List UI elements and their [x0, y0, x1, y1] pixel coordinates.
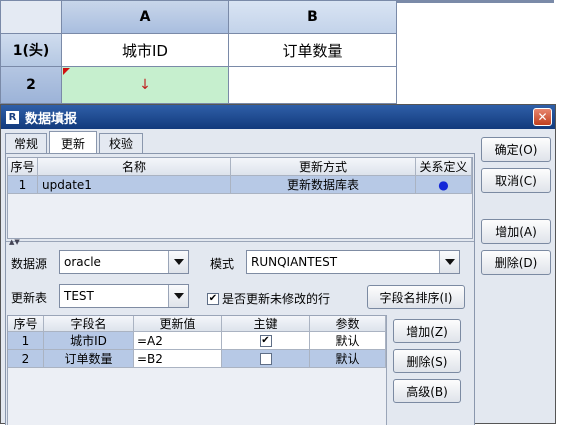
field-advanced-button[interactable]: 高级(B): [393, 379, 461, 403]
dropdown-arrow-icon[interactable]: [168, 251, 188, 273]
tab-validate[interactable]: 校验: [99, 133, 143, 153]
update-row-name[interactable]: update1: [38, 176, 231, 194]
field-row-value[interactable]: =A2: [134, 332, 222, 350]
field-col-value[interactable]: 更新值: [134, 316, 222, 332]
field-col-no[interactable]: 序号: [8, 316, 44, 332]
update-unmodified-label: 是否更新未修改的行: [222, 292, 331, 306]
add-button[interactable]: 增加(A): [481, 219, 551, 244]
update-row-no[interactable]: 1: [8, 176, 38, 194]
field-delete-button[interactable]: 删除(S): [393, 349, 461, 373]
col-header-no[interactable]: 序号: [8, 158, 38, 176]
field-add-button[interactable]: 增加(Z): [393, 319, 461, 343]
schema-value: RUNQIANTEST: [251, 255, 338, 269]
field-row-value[interactable]: =B2: [134, 350, 222, 368]
cell-b1[interactable]: 订单数量: [228, 33, 397, 67]
dialog-titlebar[interactable]: R 数据填报: [1, 105, 555, 129]
delete-button[interactable]: 删除(D): [481, 250, 551, 275]
checkmark-icon[interactable]: ✔: [207, 292, 219, 305]
col-header-a[interactable]: A: [61, 0, 229, 34]
field-row-name[interactable]: 订单数量: [44, 350, 134, 368]
update-table-select[interactable]: TEST: [59, 284, 189, 308]
data-fill-dialog: R 数据填报 ✕ 常规 更新 校验 序号 名称 更新方式 关系定义 1 upda…: [0, 104, 556, 425]
sheet-top-border: [396, 0, 554, 3]
cell-a2[interactable]: ↓: [61, 66, 229, 104]
close-icon: ✕: [537, 110, 548, 124]
update-table: 序号 名称 更新方式 关系定义 1 update1 更新数据库表 ●: [7, 157, 473, 239]
close-button[interactable]: ✕: [533, 108, 552, 126]
update-row-relation[interactable]: ●: [416, 176, 472, 194]
splitter-arrows-icon[interactable]: ▲▼: [9, 238, 20, 246]
ok-button[interactable]: 确定(O): [481, 137, 551, 162]
sort-fields-button[interactable]: 字段名排序(I): [367, 285, 465, 309]
update-table-value: TEST: [64, 289, 94, 303]
corner-cell[interactable]: [0, 0, 62, 34]
datasource-select[interactable]: oracle: [59, 250, 189, 274]
field-row-key[interactable]: ✔: [222, 332, 310, 350]
dialog-title: 数据填报: [25, 111, 78, 127]
field-row-no[interactable]: 2: [8, 350, 44, 368]
field-row-name[interactable]: 城市ID: [44, 332, 134, 350]
row-header-1[interactable]: 1(头): [0, 33, 62, 67]
field-col-param[interactable]: 参数: [310, 316, 386, 332]
update-unmodified-checkbox[interactable]: ✔ 是否更新未修改的行: [207, 290, 330, 307]
field-table: 序号 字段名 更新值 主键 参数 1 城市ID =A2 ✔ 默认 2 订单数量 …: [7, 315, 387, 425]
app-icon: R: [6, 110, 19, 124]
update-row-mode[interactable]: 更新数据库表: [231, 176, 416, 194]
col-header-mode[interactable]: 更新方式: [231, 158, 416, 176]
down-arrow-icon: ↓: [139, 77, 151, 93]
schema-select[interactable]: RUNQIANTEST: [246, 250, 460, 274]
cell-b2[interactable]: [228, 66, 397, 104]
cell-flag-icon: [63, 68, 70, 75]
field-row-param[interactable]: 默认: [310, 332, 386, 350]
schema-label: 模式: [210, 257, 235, 271]
datasource-label: 数据源: [11, 257, 48, 271]
datasource-value: oracle: [64, 255, 101, 269]
field-col-name[interactable]: 字段名: [44, 316, 134, 332]
tab-general[interactable]: 常规: [5, 133, 47, 153]
col-header-b[interactable]: B: [228, 0, 397, 34]
col-header-name[interactable]: 名称: [38, 158, 231, 176]
cell-a1[interactable]: 城市ID: [61, 33, 229, 67]
field-row-key[interactable]: [222, 350, 310, 368]
row-header-2[interactable]: 2: [0, 66, 62, 104]
tab-update[interactable]: 更新: [49, 131, 97, 154]
col-header-relation[interactable]: 关系定义: [416, 158, 472, 176]
dropdown-arrow-icon[interactable]: [168, 285, 188, 307]
checkbox-icon[interactable]: [259, 352, 272, 365]
field-col-key[interactable]: 主键: [222, 316, 310, 332]
update-table-label: 更新表: [11, 291, 48, 305]
relation-dot-icon: ●: [438, 177, 449, 192]
field-row-param[interactable]: 默认: [310, 350, 386, 368]
checkmark-icon[interactable]: ✔: [259, 334, 272, 347]
splitter[interactable]: [6, 241, 474, 244]
cancel-button[interactable]: 取消(C): [481, 168, 551, 193]
dropdown-arrow-icon[interactable]: [439, 251, 459, 273]
field-row-no[interactable]: 1: [8, 332, 44, 350]
